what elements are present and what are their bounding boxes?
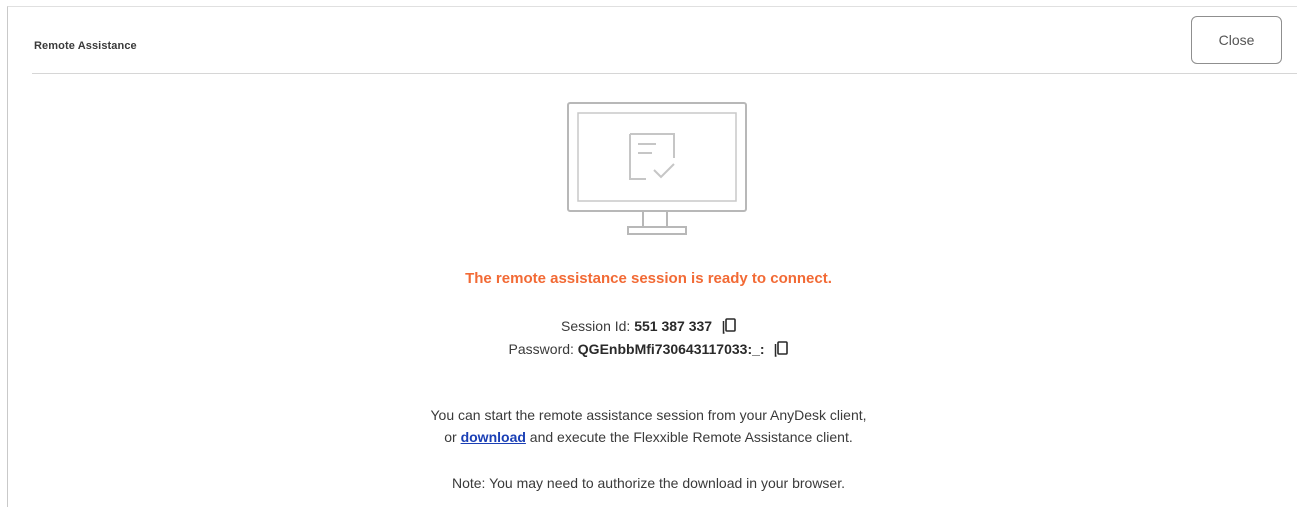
password-label: Password: — [508, 341, 574, 357]
close-button[interactable]: Close — [1191, 16, 1282, 64]
info-line2-suffix: and execute the Flexxible Remote Assista… — [529, 429, 853, 445]
copy-icon[interactable] — [774, 341, 789, 362]
info-text-line1: You can start the remote assistance sess… — [430, 407, 867, 423]
password-value: QGEnbbMfi730643117033:_: — [577, 341, 765, 357]
session-id-value: 551 387 337 — [634, 318, 713, 334]
header-divider — [32, 73, 1297, 74]
session-id-label: Session Id: — [561, 318, 631, 334]
dialog-title: Remote Assistance — [34, 40, 137, 52]
info-text-line2: or download and execute the Flexxible Re… — [0, 427, 1297, 447]
password-row: Password: QGEnbbMfi730643117033:_: — [0, 339, 1297, 362]
info-line2-prefix: or — [444, 429, 457, 445]
download-note: Note: You may need to authorize the down… — [451, 475, 846, 491]
copy-icon[interactable] — [722, 318, 736, 339]
session-id-row: Session Id: 551 387 337 — [0, 316, 1297, 339]
status-message: The remote assistance session is ready t… — [465, 270, 832, 287]
download-link[interactable]: download — [461, 429, 526, 445]
monitor-icon — [560, 96, 750, 246]
dialog-header: Remote Assistance Close — [8, 7, 1297, 73]
